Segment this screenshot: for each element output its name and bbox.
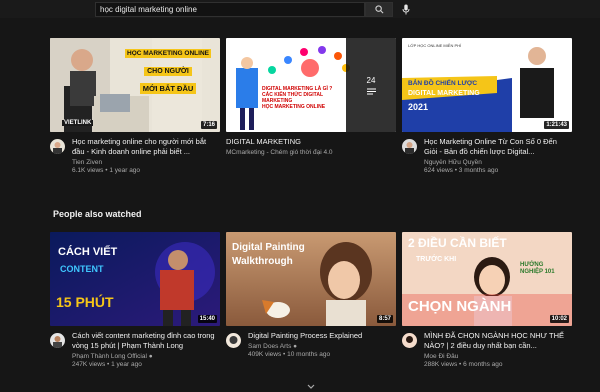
thumbnail-text: HỌC MARKETING ONLINE <box>125 49 211 58</box>
channel-avatar[interactable] <box>402 139 417 154</box>
thumbnail-text: TRƯỚC KHI <box>416 256 457 263</box>
thumbnail-text: 15 PHÚT <box>56 294 114 310</box>
thumbnail-text: DIGITAL MARKETING <box>408 90 480 97</box>
thumbnail-text: LỚP HỌC ONLINE MIỄN PHÍ <box>408 43 462 48</box>
channel-name[interactable]: Tien Ziven <box>72 159 220 167</box>
playlist-count: 24 <box>366 75 376 85</box>
search-input[interactable]: học digital marketing online <box>95 2 365 17</box>
channel-name[interactable]: Moe Đi Đâu <box>424 353 572 361</box>
chevron-down-icon[interactable] <box>307 384 315 390</box>
video-stats: 624 views • 3 months ago <box>424 167 499 174</box>
video-title[interactable]: Học Marketing Online Từ Con Số 0 Đến Giỏ… <box>424 137 572 157</box>
channel-avatar[interactable] <box>50 139 65 154</box>
video-title[interactable]: Digital Painting Process Explained <box>248 331 396 341</box>
video-duration: 15:40 <box>197 315 217 323</box>
video-thumbnail[interactable]: CÁCH VIẾT CONTENT 15 PHÚT 15:40 <box>50 232 220 326</box>
section-title: People also watched <box>53 209 142 219</box>
video-thumbnail[interactable]: LỚP HỌC ONLINE MIỄN PHÍ BẢN ĐỒ CHIẾN LƯỢ… <box>402 38 572 132</box>
search-button[interactable] <box>365 2 393 17</box>
thumbnail-text: CÁCH VIẾT <box>58 246 118 258</box>
thumbnail-text: 2 ĐIỀU CẦN BIẾT <box>408 236 507 250</box>
search-icon <box>374 5 383 14</box>
video-stats: 288K views • 6 months ago <box>424 361 503 368</box>
video-title[interactable]: MÌNH ĐÃ CHỌN NGÀNH HỌC NHƯ THẾ NÀO? | 2 … <box>424 331 572 351</box>
video-thumbnail[interactable]: Digital Painting Walkthrough 8:57 <box>226 232 396 326</box>
video-stats: 6.1K views • 1 year ago <box>72 167 141 174</box>
channel-avatar[interactable] <box>402 333 417 348</box>
thumbnail-caption: DIGITAL MARKETING LÀ GÌ ? CÁC KIẾN THỨC … <box>262 86 348 110</box>
thumbnail-text: CHO NGƯỜI <box>144 67 192 76</box>
thumbnail-text: CONTENT <box>60 264 104 274</box>
channel-name[interactable]: Phạm Thành Long Official ● <box>72 353 220 361</box>
channel-name[interactable]: MCmarketing - Chém gió thời đại 4.0 <box>226 149 396 157</box>
video-duration: 10:02 <box>549 315 569 323</box>
thumbnail-text: Walkthrough <box>232 256 293 267</box>
brand-logo: VIETLINK <box>62 120 94 126</box>
channel-avatar[interactable] <box>50 333 65 348</box>
video-thumbnail[interactable]: HỌC MARKETING ONLINE CHO NGƯỜI MỚI BẮT Đ… <box>50 38 220 132</box>
thumbnail-text: BẢN ĐỒ CHIẾN LƯỢC <box>408 80 478 87</box>
thumbnail-text: CHỌN NGÀNH <box>408 298 512 315</box>
video-duration: 1:21:43 <box>544 121 569 129</box>
thumbnail-text: 2021 <box>408 102 429 112</box>
channel-name[interactable]: Sam Does Arts ● <box>248 343 396 351</box>
playlist-icon <box>366 88 376 94</box>
thumbnail-caption: HỌC MARKETING ONLINE CHO NGƯỜI MỚI BẮT Đ… <box>118 42 218 96</box>
thumbnail-text: HƯỚNG NGHIỆP 101 <box>520 262 555 275</box>
thumbnail-text: CÁC KIẾN THỨC DIGITAL MARKETING <box>262 92 323 104</box>
video-thumbnail[interactable]: 2 ĐIỀU CẦN BIẾT TRƯỚC KHI HƯỚNG NGHIỆP 1… <box>402 232 572 326</box>
video-duration: 7:16 <box>200 121 217 129</box>
playlist-thumbnail[interactable]: DIGITAL MARKETING LÀ GÌ ? CÁC KIẾN THỨC … <box>226 38 396 132</box>
channel-name[interactable]: Nguyễn Hữu Quyền <box>424 159 572 167</box>
voice-search-button[interactable] <box>400 3 412 16</box>
playlist-title[interactable]: DIGITAL MARKETING <box>226 137 396 147</box>
video-stats: 409K views • 10 months ago <box>248 351 331 358</box>
channel-avatar[interactable] <box>226 333 241 348</box>
thumbnail-text: Digital Painting <box>232 242 305 253</box>
video-title[interactable]: Học marketing online cho người mới bắt đ… <box>72 137 220 157</box>
playlist-overlay: 24 <box>346 38 396 132</box>
video-duration: 8:57 <box>376 315 393 323</box>
video-title[interactable]: Cách viết content marketing đỉnh cao tro… <box>72 331 220 351</box>
top-bar: học digital marketing online <box>0 0 600 18</box>
thumbnail-text: HỌC MARKETING ONLINE <box>262 104 326 110</box>
microphone-icon <box>402 4 410 15</box>
thumbnail-text: MỚI BẮT ĐẦU <box>139 83 197 94</box>
video-stats: 247K views • 1 year ago <box>72 361 142 368</box>
